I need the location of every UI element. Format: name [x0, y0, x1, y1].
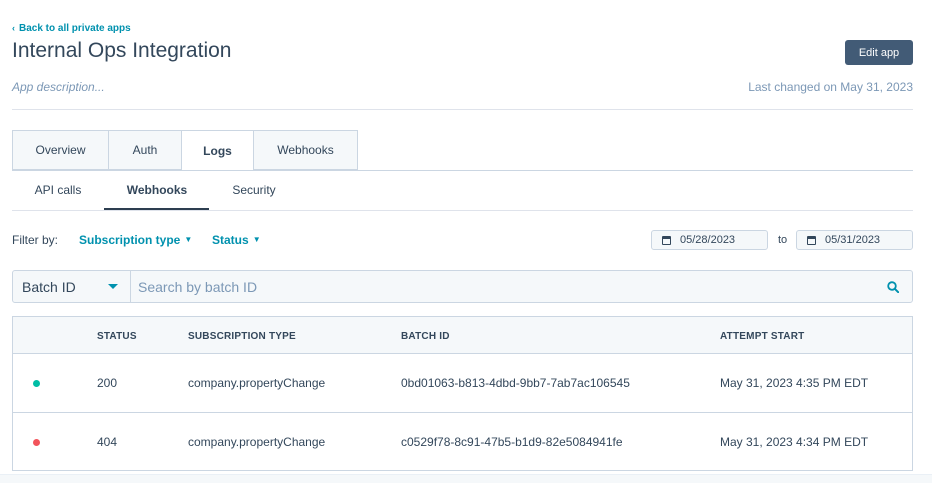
caret-down-icon: ▼ [184, 235, 193, 244]
date-range-separator: to [778, 234, 788, 246]
edit-app-button[interactable]: Edit app [845, 40, 913, 65]
column-header-status: STATUS [97, 331, 137, 342]
date-from-picker[interactable]: 05/28/2023 [651, 230, 768, 250]
batch-id-search-input[interactable] [131, 271, 871, 302]
page-title: Internal Ops Integration [12, 39, 232, 62]
status-cell: 404 [97, 435, 118, 449]
subtabs-divider [12, 210, 913, 211]
header-divider [12, 109, 913, 110]
tab-logs[interactable]: Logs [182, 130, 254, 171]
subscription-type-cell: company.propertyChange [188, 435, 326, 449]
attempt-start-cell: May 31, 2023 4:35 PM EDT [720, 376, 869, 390]
subtab-security[interactable]: Security [224, 183, 284, 197]
subtab-api-calls[interactable]: API calls [28, 183, 88, 197]
subscription-type-filter-label: Subscription type [79, 233, 181, 247]
table-row[interactable]: 200 company.propertyChange 0bd01063-b813… [13, 354, 912, 412]
tab-webhooks[interactable]: Webhooks [254, 130, 358, 170]
subscription-type-filter[interactable]: Subscription type ▼ [79, 233, 192, 247]
search-field-value: Batch ID [22, 278, 76, 295]
date-to-value: 05/31/2023 [825, 234, 881, 246]
back-link[interactable]: ‹ Back to all private apps [12, 23, 131, 34]
back-link-label: Back to all private apps [19, 23, 131, 34]
search-icon[interactable] [887, 281, 899, 293]
search-bar: Batch ID [12, 270, 913, 303]
caret-down-icon: ▼ [252, 235, 261, 244]
subtab-webhooks[interactable]: Webhooks [110, 183, 204, 197]
calendar-icon [662, 235, 671, 245]
status-filter-label: Status [212, 233, 249, 247]
calendar-icon [807, 235, 816, 245]
caret-down-icon [108, 284, 118, 289]
status-filter[interactable]: Status ▼ [212, 233, 261, 247]
tab-auth[interactable]: Auth [109, 130, 182, 170]
batch-id-cell: c0529f78-8c91-47b5-b1d9-82e5084941fe [401, 435, 623, 449]
webhook-logs-table: STATUS SUBSCRIPTION TYPE BATCH ID ATTEMP… [12, 316, 913, 471]
filter-label: Filter by: [12, 233, 59, 247]
status-indicator-dot [33, 380, 40, 387]
column-header-subscription-type: SUBSCRIPTION TYPE [188, 331, 296, 342]
status-indicator-dot [33, 439, 40, 446]
status-cell: 200 [97, 376, 118, 390]
primary-tabs: Overview Auth Logs Webhooks [12, 130, 358, 171]
batch-id-cell: 0bd01063-b813-4dbd-9bb7-7ab7ac106545 [401, 376, 630, 390]
subscription-type-cell: company.propertyChange [188, 376, 326, 390]
date-from-value: 05/28/2023 [680, 234, 736, 246]
chevron-left-icon: ‹ [12, 23, 15, 33]
tab-overview[interactable]: Overview [12, 130, 109, 170]
date-to-picker[interactable]: 05/31/2023 [796, 230, 913, 250]
app-description[interactable]: App description... [12, 80, 105, 94]
last-changed-text: Last changed on May 31, 2023 [748, 80, 913, 94]
column-header-batch-id: BATCH ID [401, 331, 450, 342]
search-field-select[interactable]: Batch ID [13, 271, 131, 302]
tabs-divider [12, 170, 913, 171]
column-header-attempt-start: ATTEMPT START [720, 331, 805, 342]
table-header: STATUS SUBSCRIPTION TYPE BATCH ID ATTEMP… [13, 317, 912, 354]
table-row[interactable]: 404 company.propertyChange c0529f78-8c91… [13, 412, 912, 471]
attempt-start-cell: May 31, 2023 4:34 PM EDT [720, 435, 869, 449]
